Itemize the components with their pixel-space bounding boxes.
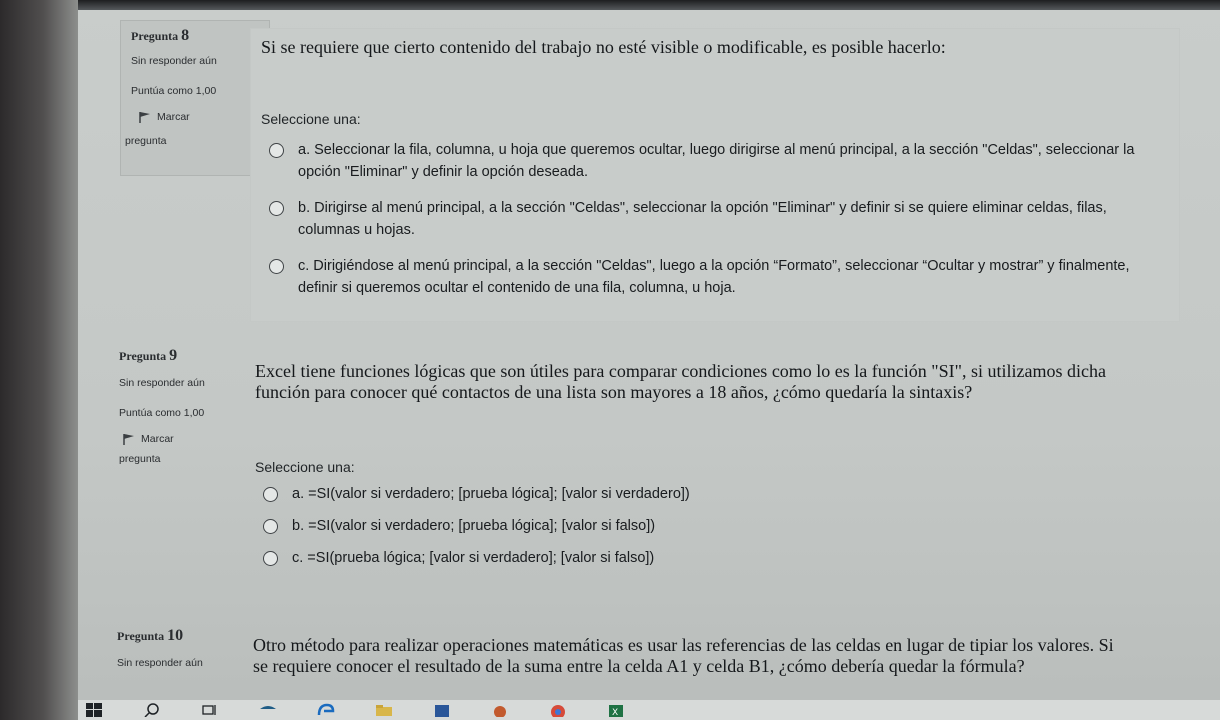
radio-button[interactable] (263, 519, 278, 534)
option-label: c. =SI(prueba lógica; [valor si verdader… (292, 550, 655, 566)
taskbar: X (78, 700, 1220, 720)
radio-button[interactable] (269, 143, 284, 158)
question-status: Sin responder aún (131, 55, 217, 67)
search-icon[interactable] (142, 703, 162, 717)
monitor-bezel-left (0, 0, 78, 720)
option-label: a. Seleccionar la fila, columna, u hoja … (298, 142, 1135, 180)
store-icon[interactable] (258, 703, 278, 717)
question-info-9: Pregunta 9 Sin responder aún Puntúa como… (110, 340, 258, 498)
monitor-bezel-top (78, 0, 1220, 10)
word-icon[interactable] (432, 703, 452, 717)
question-content-9: Excel tiene funciones lógicas que son út… (244, 354, 1180, 596)
select-prompt: Seleccione una: (261, 111, 361, 127)
option-b[interactable]: b. Dirigirse al menú principal, a la sec… (269, 197, 1149, 241)
option-a[interactable]: a. =SI(valor si verdadero; [prueba lógic… (263, 483, 1143, 505)
question-status: Sin responder aún (119, 377, 205, 389)
radio-button[interactable] (269, 201, 284, 216)
chrome-icon[interactable] (548, 703, 568, 717)
question-info-8: Pregunta 8 Sin responder aún Puntúa como… (120, 20, 270, 176)
option-label: a. =SI(valor si verdadero; [prueba lógic… (292, 486, 690, 502)
file-explorer-icon[interactable] (374, 703, 394, 717)
question-number: Pregunta 10 (117, 627, 184, 644)
quiz-page: Pregunta 8 Sin responder aún Puntúa como… (82, 10, 1220, 700)
question-status: Sin responder aún (117, 657, 203, 669)
question-content-8: Si se requiere que cierto contenido del … (250, 28, 1180, 322)
flag-question-button[interactable]: Marcar (119, 433, 249, 445)
radio-button[interactable] (269, 259, 284, 274)
media-icon[interactable] (490, 703, 510, 717)
edge-icon[interactable] (316, 703, 336, 717)
question-number: Pregunta 9 (119, 347, 178, 364)
flag-label: Marcar (141, 433, 174, 445)
select-prompt: Seleccione una: (255, 459, 355, 475)
option-label: c. Dirigiéndose al menú principal, a la … (298, 258, 1130, 296)
question-info-10: Pregunta 10 Sin responder aún (108, 624, 256, 688)
option-label: b. =SI(valor si verdadero; [prueba lógic… (292, 518, 656, 534)
flag-label-2: pregunta (125, 135, 167, 147)
radio-button[interactable] (263, 551, 278, 566)
question-text: Otro método para realizar operaciones ma… (253, 635, 1114, 676)
flag-icon (123, 434, 134, 445)
option-c[interactable]: c. =SI(prueba lógica; [valor si verdader… (263, 547, 1143, 569)
option-a[interactable]: a. Seleccionar la fila, columna, u hoja … (269, 139, 1149, 183)
radio-button[interactable] (263, 487, 278, 502)
question-text: Excel tiene funciones lógicas que son út… (255, 361, 1106, 402)
svg-text:X: X (612, 708, 618, 717)
task-view-icon[interactable] (200, 703, 220, 717)
flag-label: Marcar (157, 111, 190, 123)
excel-icon[interactable]: X (606, 703, 626, 717)
question-score: Puntúa como 1,00 (119, 407, 205, 419)
flag-icon (139, 112, 150, 123)
option-c[interactable]: c. Dirigiéndose al menú principal, a la … (269, 255, 1149, 299)
question-text: Si se requiere que cierto contenido del … (261, 37, 946, 57)
flag-question-button[interactable]: Marcar (131, 111, 261, 123)
flag-label-2: pregunta (119, 453, 161, 465)
question-number: Pregunta 8 (131, 27, 190, 44)
option-label: b. Dirigirse al menú principal, a la sec… (298, 200, 1107, 238)
windows-icon[interactable] (84, 703, 104, 717)
question-score: Puntúa como 1,00 (131, 85, 217, 97)
photo-of-screen: Pregunta 8 Sin responder aún Puntúa como… (0, 0, 1220, 720)
question-content-10: Otro método para realizar operaciones ma… (242, 628, 1184, 702)
option-b[interactable]: b. =SI(valor si verdadero; [prueba lógic… (263, 515, 1143, 537)
